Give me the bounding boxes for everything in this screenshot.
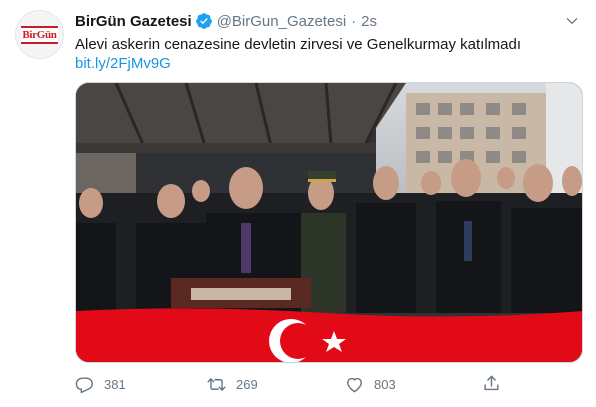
share-button[interactable] [482,374,501,393]
reply-count: 381 [104,376,126,392]
tweet-photo[interactable] [75,82,583,363]
author-handle[interactable]: @BirGun_Gazetesi [217,13,346,30]
tweet[interactable]: BirGün BirGün Gazetesi @BirGun_Gazetesi … [0,0,596,407]
author-name[interactable]: BirGün Gazetesi [75,13,192,30]
verified-badge-icon [195,12,213,30]
retweet-button[interactable]: 269 [207,372,258,396]
retweet-icon [207,377,226,391]
like-button[interactable]: 803 [345,372,396,396]
like-count: 803 [374,376,396,392]
timestamp[interactable]: 2s [361,13,377,30]
tweet-actions: 381 269 803 [75,372,583,396]
separator-dot: · [351,12,357,30]
funeral-photo-icon [76,83,582,362]
birgun-logo: BirGün [21,25,58,44]
tweet-link[interactable]: bit.ly/2FjMv9G [75,54,171,74]
share-icon [484,375,499,391]
reply-button[interactable]: 381 [75,372,126,396]
retweet-count: 269 [236,376,258,392]
tweet-header: BirGün Gazetesi @BirGun_Gazetesi · 2s [75,11,377,31]
avatar[interactable]: BirGün [15,10,64,59]
heart-icon [347,377,362,392]
tweet-text: Alevi askerin cenazesine devletin zirves… [75,36,522,53]
chevron-down-icon[interactable] [563,12,581,30]
reply-icon [75,376,93,394]
